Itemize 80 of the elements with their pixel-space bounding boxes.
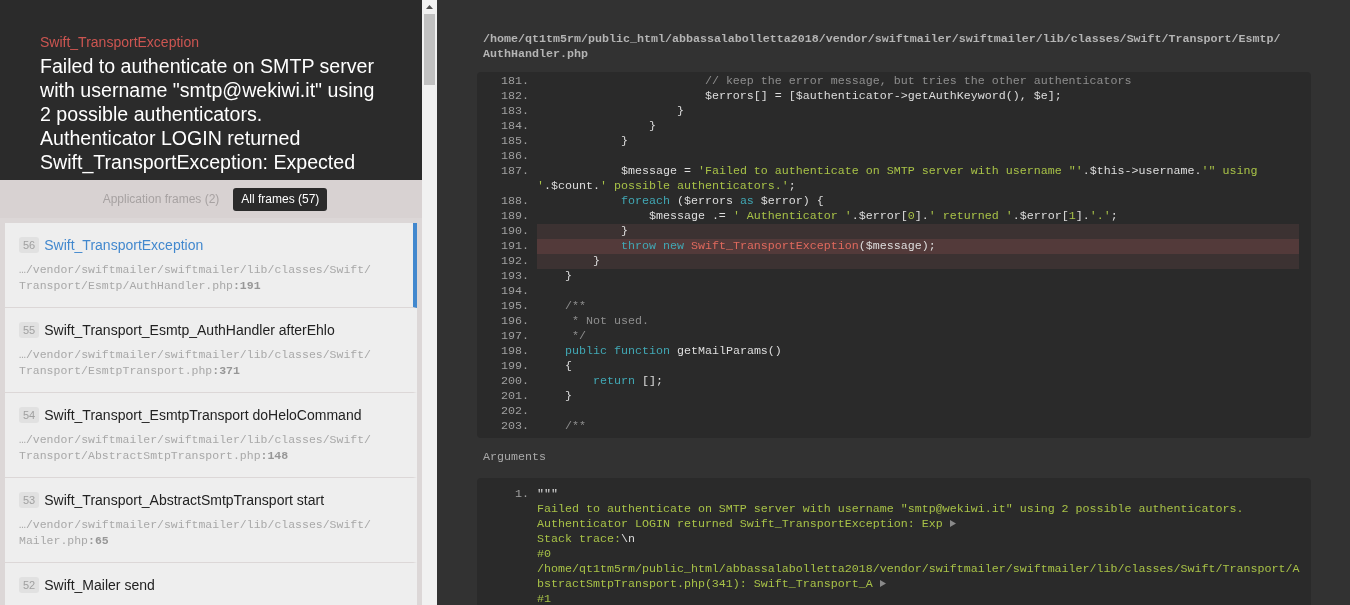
- frame-function: Swift_TransportException: [44, 236, 204, 254]
- expand-icon[interactable]: [949, 520, 956, 527]
- file-path: …/vendor/swiftmailer/swiftmailer/lib/classes/Swift/Mailer.php:65: [19, 517, 373, 549]
- line-number: 195.: [501, 299, 529, 314]
- line-number: 183.: [501, 104, 529, 119]
- source-file-path: /home/qt1tm5rm/public_html/abbassalabolletta2018/vendor/swiftmailer/swiftmailer/lib/classes/Swift/Transport/Esmtp/AuthHandler.php: [483, 32, 1282, 62]
- frame-filter-tab[interactable]: All frames (57): [233, 187, 328, 211]
- argument-line: Stack trace:\n: [537, 532, 635, 546]
- code-line: throw new Swift_TransportException($message);: [620, 239, 936, 253]
- line-number: 203.: [501, 419, 529, 434]
- file-path: …/vendor/swiftmailer/swiftmailer/lib/classes/Swift/Transport/AbstractSmtpTransport.php:148: [19, 432, 373, 464]
- line-number: 191.: [501, 239, 529, 254]
- line-number: 188.: [501, 194, 529, 209]
- line-number: 189.: [501, 209, 529, 224]
- frame-item[interactable]: 55 Swift_Transport_Esmtp_AuthHandler afterEhlo …/vendor/swiftmailer/swiftmailer/lib/classes/Swift/Transport/EsmtpTransport.php:371: [5, 308, 417, 393]
- line-number: 198.: [501, 344, 529, 359]
- line-number: 184.: [501, 119, 529, 134]
- code-line: // keep the error message, but tries the other authenticators: [704, 74, 1132, 88]
- frame-item[interactable]: 53 Swift_Transport_AbstractSmtpTransport start …/vendor/swiftmailer/swiftmailer/lib/classes/Swift/Mailer.php:65: [5, 478, 417, 563]
- scrollbar-thumb[interactable]: [424, 14, 435, 85]
- frame-index: 56: [19, 237, 40, 253]
- frame-index: 54: [19, 407, 40, 423]
- code-line: */: [572, 329, 586, 343]
- line-number: 187.: [501, 164, 529, 180]
- code-line: }: [620, 134, 628, 148]
- frame-item[interactable]: 54 Swift_Transport_EsmtpTransport doHeloCommand …/vendor/swiftmailer/swiftmailer/lib/classes/Swift/Transport/AbstractSmtpTransport.php:148: [5, 393, 417, 478]
- line-number: 185.: [501, 134, 529, 149]
- frame-item[interactable]: 52 Swift_Mailer send: [5, 563, 417, 605]
- argument-line: Authenticator LOGIN returned Swift_TransportException: Exp: [537, 517, 943, 531]
- code-line: /**: [565, 419, 586, 433]
- line-number: 199.: [501, 359, 529, 374]
- exception-class: Swift_TransportException: [40, 33, 199, 51]
- code-line: }: [592, 254, 600, 268]
- code-line: public function getMailParams(): [565, 344, 782, 358]
- arguments-heading: Arguments: [483, 450, 546, 465]
- scroll-up-arrow-icon[interactable]: [426, 5, 433, 9]
- line-number: 192.: [501, 254, 529, 269]
- scrollbar[interactable]: [422, 0, 437, 605]
- code-line: }: [620, 224, 628, 238]
- argument-line: #0: [537, 547, 551, 561]
- code-line: * Not used.: [572, 314, 649, 328]
- code-line: }: [565, 389, 572, 403]
- file-path: …/vendor/swiftmailer/swiftmailer/lib/classes/Swift/Transport/Esmtp/AuthHandler.php:191: [19, 262, 373, 294]
- frame-index: 52: [19, 577, 40, 593]
- code-line: foreach ($errors as $error) {: [620, 194, 824, 208]
- line-number: 186.: [501, 149, 529, 164]
- frame-function: Swift_Transport_EsmtpTransport doHeloCommand: [44, 406, 362, 424]
- frame-index: 55: [19, 322, 40, 338]
- frame-index: 53: [19, 492, 40, 508]
- frame-function: Swift_Mailer send: [44, 576, 155, 594]
- argument-line: #1: [537, 592, 551, 605]
- code-line: }: [565, 269, 572, 283]
- line-number: 181.: [501, 74, 529, 89]
- code-line: {: [565, 359, 572, 373]
- line-number: 190.: [501, 224, 529, 239]
- argument-line: Failed to authenticate on SMTP server with username "smtp@wekiwi.it" using 2 possible authenticators.: [537, 502, 1244, 516]
- argument-line: bstractSmtpTransport.php(341): Swift_Transport_A: [537, 577, 873, 591]
- expand-icon[interactable]: [879, 580, 886, 587]
- frame-function: Swift_Transport_Esmtp_AuthHandler afterEhlo: [44, 321, 335, 339]
- line-number: 193.: [501, 269, 529, 284]
- code-line: $errors[] = [$authenticator->getAuthKeyword(), $e];: [704, 89, 1062, 103]
- line-number: 194.: [501, 284, 529, 299]
- code-line: $message = 'Failed to authenticate on SMTP server with username "'.$this->username.'" using '.$count.' possible authenticators.';: [537, 164, 1259, 193]
- code-line: }: [648, 119, 656, 133]
- line-number: 201.: [501, 389, 529, 404]
- frame-function: Swift_Transport_AbstractSmtpTransport start: [44, 491, 325, 509]
- code-line: return [];: [592, 374, 663, 388]
- code-line: }: [676, 104, 684, 118]
- code-line: $message .= ' Authenticator '.$error[0].' returned '.$error[1].'.';: [648, 209, 1118, 223]
- line-number: 202.: [501, 404, 529, 419]
- line-number: 182.: [501, 89, 529, 104]
- file-path: …/vendor/swiftmailer/swiftmailer/lib/classes/Swift/Transport/EsmtpTransport.php:371: [19, 347, 373, 379]
- code-line: /**: [565, 299, 586, 313]
- line-number: 196.: [501, 314, 529, 329]
- line-number: 200.: [501, 374, 529, 389]
- argument-number: 1.: [515, 487, 529, 503]
- exception-message: Failed to authenticate on SMTP server with username "smtp@wekiwi.it" using 2 possible authenticators. Authenticator LOGIN returned Swift_TransportException: Expected: [40, 54, 376, 174]
- line-number: 197.: [501, 329, 529, 344]
- argument-line: /home/qt1tm5rm/public_html/abbassalabolletta2018/vendor/swiftmailer/swiftmailer/lib/classes/Swift/Transport/A: [537, 562, 1300, 576]
- argument-line: """: [537, 487, 558, 501]
